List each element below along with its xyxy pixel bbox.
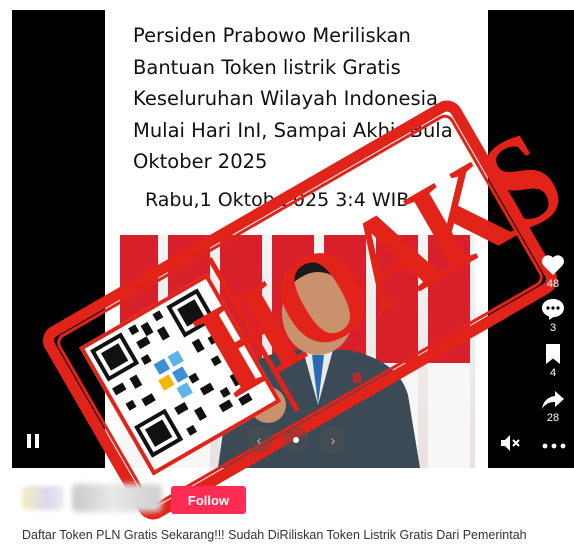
comment-count: 3 (549, 322, 557, 334)
pause-button[interactable] (24, 432, 42, 450)
carousel-indicator (283, 427, 309, 453)
share-count: 28 (546, 412, 560, 424)
more-options-button[interactable] (541, 438, 567, 449)
like-button[interactable]: 48 (533, 254, 573, 290)
post-caption: Daftar Token PLN Gratis Sekarang!!! Suda… (22, 528, 527, 542)
muted-speaker-icon (501, 435, 520, 451)
mute-button[interactable] (500, 434, 522, 452)
pause-icon (27, 434, 39, 448)
share-button[interactable]: 28 (533, 390, 573, 424)
bookmark-count: 4 (549, 367, 557, 379)
headline-line: Persiden Prabowo Meriliskan (133, 24, 411, 47)
ellipsis-icon (542, 443, 566, 449)
carousel-next-button[interactable]: › (320, 427, 346, 453)
avatar[interactable] (22, 486, 64, 510)
bookmark-button[interactable]: 4 (533, 343, 573, 379)
carousel-nav: ‹ › (240, 425, 350, 455)
like-count: 48 (546, 278, 560, 290)
share-icon (542, 391, 564, 409)
carousel-prev-button[interactable]: ‹ (246, 427, 272, 453)
author-name[interactable] (72, 484, 162, 512)
heart-icon (542, 255, 564, 275)
author-row: Follow (12, 480, 572, 520)
bookmark-icon (546, 344, 560, 364)
headline-line: Bantuan Token listrik Gratis (133, 55, 401, 79)
headline-line: Keseluruhan Wilayah Indonesia (133, 87, 438, 110)
follow-button[interactable]: Follow (171, 486, 246, 514)
comment-icon (542, 299, 564, 320)
chevron-left-icon: ‹ (256, 432, 262, 448)
chevron-right-icon: › (330, 432, 336, 448)
comment-button[interactable]: 3 (533, 298, 573, 334)
